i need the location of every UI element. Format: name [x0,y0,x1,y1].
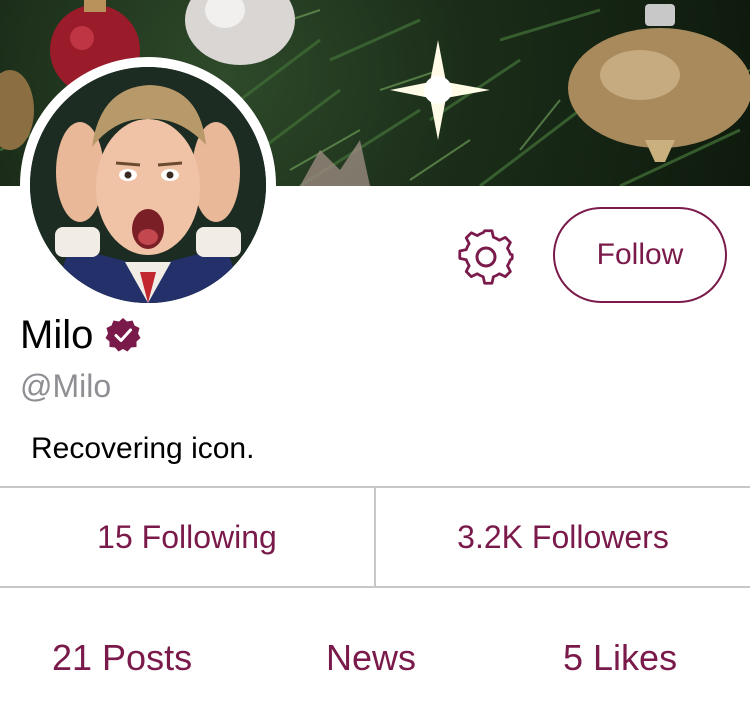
verified-badge-icon [105,318,141,352]
bio: Recovering icon. [31,432,255,465]
followers-count-link[interactable]: 3.2K Followers [376,488,750,586]
tab-posts[interactable]: 21 Posts [52,628,192,688]
handle: @Milo [20,368,112,404]
tab-likes[interactable]: 5 Likes [563,628,677,688]
tab-news[interactable]: News [326,628,416,688]
display-name: Milo [20,312,94,357]
divider [0,586,750,588]
avatar[interactable] [30,67,266,303]
gear-icon [458,229,514,285]
name-row: Milo [20,310,141,360]
following-count-link[interactable]: 15 Following [0,488,374,586]
settings-button[interactable] [451,222,521,292]
follow-button[interactable]: Follow [553,207,727,303]
